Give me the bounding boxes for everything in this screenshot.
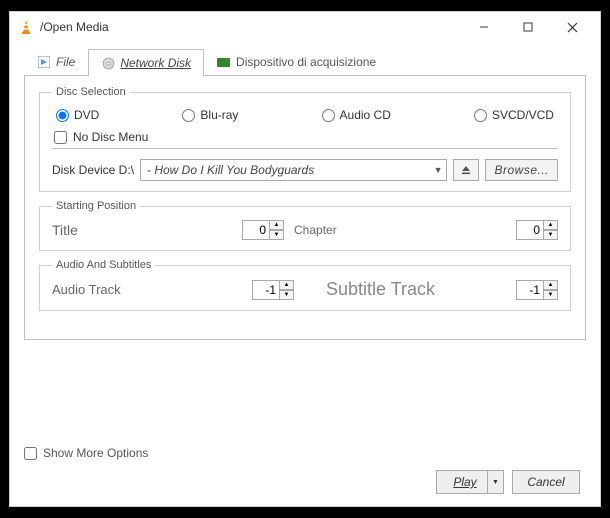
starting-position-group: Starting Position Title ▲▼ Chapter ▲▼ (39, 200, 571, 251)
open-media-dialog: /Open Media File Network Disk Dispositiv… (9, 11, 601, 507)
disk-device-value: - How Do I Kill You Bodyguards (147, 163, 314, 177)
spin-down-icon[interactable]: ▼ (270, 230, 284, 240)
starting-position-legend: Starting Position (52, 200, 140, 212)
radio-dvd[interactable]: DVD (56, 108, 99, 122)
radio-svcd[interactable]: SVCD/VCD (474, 108, 554, 122)
titlebar: /Open Media (10, 12, 600, 42)
radio-audiocd[interactable]: Audio CD (322, 108, 391, 122)
close-button[interactable] (550, 13, 594, 41)
chevron-down-icon: ▼ (434, 165, 443, 175)
browse-button[interactable]: Browse... (485, 159, 558, 181)
tab-disc[interactable]: Network Disk (88, 49, 204, 76)
chapter-spinner[interactable]: ▲▼ (516, 220, 558, 240)
radio-bluray[interactable]: Blu-ray (182, 108, 238, 122)
tab-file[interactable]: File (24, 48, 88, 75)
audio-subtitles-legend: Audio And Subtitles (52, 259, 155, 271)
title-spinner[interactable]: ▲▼ (242, 220, 284, 240)
subtitle-track-label: Subtitle Track (326, 279, 435, 300)
no-disc-menu-check[interactable]: No Disc Menu (54, 130, 558, 144)
disk-device-label: Disk Device D:\ (52, 163, 134, 177)
disc-selection-legend: Disc Selection (52, 86, 130, 98)
disk-device-select[interactable]: - How Do I Kill You Bodyguards ▼ (140, 159, 447, 181)
tab-disc-label: Network Disk (120, 56, 191, 70)
spin-up-icon[interactable]: ▲ (280, 280, 294, 290)
eject-icon (460, 164, 472, 176)
tab-file-label: File (56, 55, 75, 69)
title-label: Title (52, 222, 242, 238)
audio-subtitles-group: Audio And Subtitles Audio Track ▲▼ Subti… (39, 259, 571, 311)
audio-track-value[interactable] (252, 280, 280, 300)
minimize-button[interactable] (462, 13, 506, 41)
tab-capture[interactable]: Dispositivo di acquisizione (204, 48, 389, 75)
disc-selection-group: Disc Selection DVD Blu-ray Audio CD SVCD… (39, 86, 571, 192)
source-tabs: File Network Disk Dispositivo di acquisi… (24, 48, 586, 76)
spin-up-icon[interactable]: ▲ (544, 220, 558, 230)
subtitle-track-value[interactable] (516, 280, 544, 300)
chapter-label: Chapter (294, 223, 337, 237)
disc-panel: Disc Selection DVD Blu-ray Audio CD SVCD… (24, 76, 586, 340)
spin-down-icon[interactable]: ▼ (280, 290, 294, 300)
tab-capture-label: Dispositivo di acquisizione (236, 55, 376, 69)
title-value[interactable] (242, 220, 270, 240)
chapter-value[interactable] (516, 220, 544, 240)
cancel-button[interactable]: Cancel (512, 470, 580, 494)
eject-button[interactable] (453, 159, 479, 181)
spin-down-icon[interactable]: ▼ (544, 290, 558, 300)
chevron-down-icon[interactable]: ▼ (487, 471, 503, 493)
spin-up-icon[interactable]: ▲ (544, 280, 558, 290)
vlc-icon (18, 19, 34, 35)
spin-up-icon[interactable]: ▲ (270, 220, 284, 230)
window-title: /Open Media (40, 20, 109, 34)
maximize-button[interactable] (506, 13, 550, 41)
audio-track-spinner[interactable]: ▲▼ (252, 280, 294, 300)
disc-icon (101, 56, 115, 70)
spin-down-icon[interactable]: ▼ (544, 230, 558, 240)
audio-track-label: Audio Track (52, 282, 252, 297)
capture-icon (217, 55, 231, 69)
play-button[interactable]: Play ▼ (436, 470, 504, 494)
divider (52, 148, 558, 149)
play-file-icon (37, 55, 51, 69)
subtitle-track-spinner[interactable]: ▲▼ (516, 280, 558, 300)
show-more-options-check[interactable]: Show More Options (24, 446, 586, 460)
